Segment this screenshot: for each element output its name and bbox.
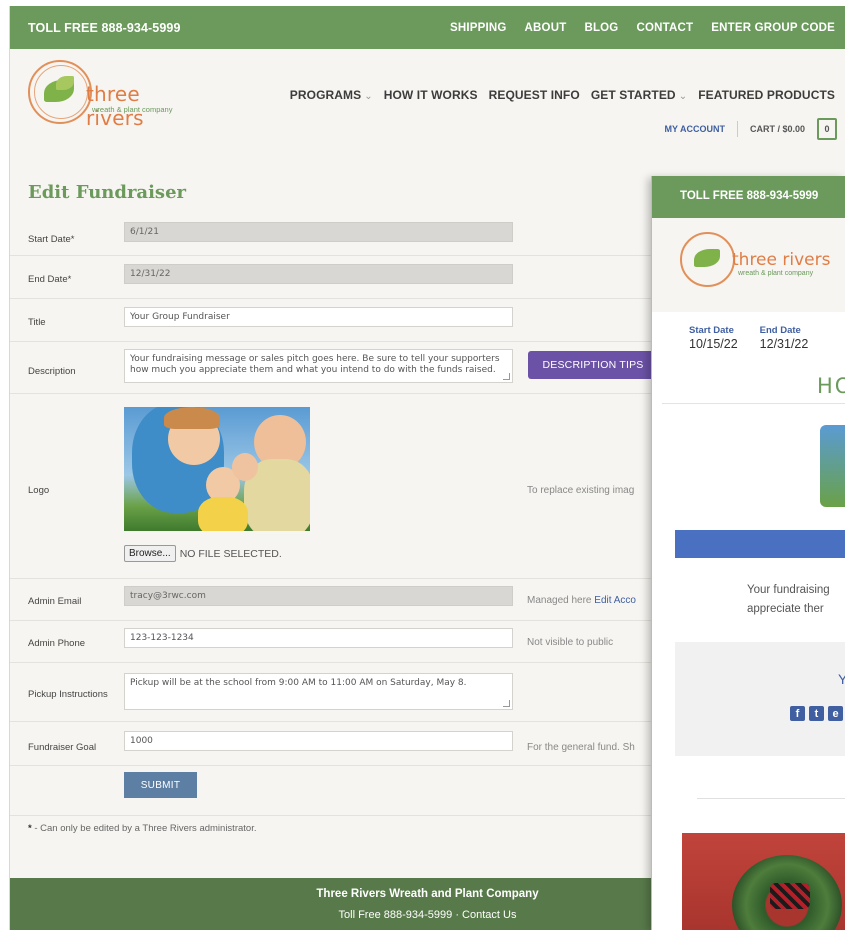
nav-get-started-label: GET STARTED	[590, 88, 676, 102]
file-upload: Browse... NO FILE SELECTED.	[124, 545, 282, 562]
logo-hint: To replace existing imag	[527, 485, 635, 496]
preview-product-photo	[682, 833, 845, 930]
goal-hint: For the general fund. Sh	[527, 742, 635, 753]
pickup-textarea[interactable]: Pickup will be at the school from 9:00 A…	[124, 673, 513, 710]
facebook-icon[interactable]: f	[790, 706, 805, 721]
preview-heading: HO	[817, 374, 845, 398]
logo-image	[124, 407, 310, 531]
preview-logo[interactable]: three rivers wreath & plant company	[680, 232, 840, 288]
title-label: Title	[28, 317, 46, 328]
description-textarea[interactable]: Your fundraising message or sales pitch …	[124, 349, 513, 383]
cart-link[interactable]: CART / $0.00	[750, 124, 805, 134]
preview-share-box	[675, 642, 845, 756]
nav-featured-products[interactable]: FEATURED PRODUCTS	[698, 88, 835, 102]
preview-start-date: Start Date 10/15/22	[689, 325, 738, 351]
chevron-down-icon: ⌄	[364, 91, 373, 102]
top-bar: TOLL FREE 888-934-5999 SHIPPING ABOUT BL…	[10, 6, 845, 49]
preview-logo-tagline: wreath & plant company	[738, 270, 814, 277]
admin-email-field: tracy@3rwc.com	[124, 586, 513, 606]
no-file-selected-text: NO FILE SELECTED.	[179, 547, 282, 560]
footnote-text: - Can only be edited by a Three Rivers a…	[31, 823, 257, 834]
submit-row	[10, 766, 655, 816]
nav-programs[interactable]: PROGRAMS ⌄	[290, 88, 373, 102]
pickup-row: Pickup Instructions Pickup will be at th…	[10, 663, 655, 722]
preview-social-icons: f t e	[790, 706, 843, 721]
pickup-label: Pickup Instructions	[28, 689, 108, 700]
logo-label: Logo	[28, 485, 50, 496]
goal-row: Fundraiser Goal 1000 For the general fun…	[10, 722, 655, 766]
admin-phone-row: Admin Phone 123-123-1234 Not visible to …	[10, 621, 655, 663]
photo-child-face	[232, 453, 258, 481]
preview-description-line: Your fundraising	[747, 584, 830, 596]
account-row: MY ACCOUNT CART / $0.00 0	[664, 118, 837, 140]
nav-programs-label: PROGRAMS	[289, 88, 362, 102]
admin-email-hint-text: Managed here	[527, 595, 592, 606]
divider	[736, 121, 738, 137]
goal-label: Fundraiser Goal	[28, 742, 97, 753]
admin-phone-input[interactable]: 123-123-1234	[124, 628, 513, 648]
nav-get-started[interactable]: GET STARTED ⌄	[591, 88, 687, 102]
title-input[interactable]: Your Group Fundraiser	[124, 307, 513, 327]
description-tips-button[interactable]: DESCRIPTION TIPS	[528, 351, 658, 379]
toll-free-phone[interactable]: TOLL FREE 888-934-5999	[28, 21, 181, 35]
contact-link[interactable]: CONTACT	[636, 22, 693, 34]
chevron-down-icon: ⌄	[678, 91, 688, 102]
admin-email-hint: Managed here Edit Acco	[527, 595, 636, 606]
my-account-link[interactable]: MY ACCOUNT	[664, 124, 725, 134]
preview-description: Your fundraising appreciate ther	[747, 581, 830, 619]
footnote: * - Can only be edited by a Three Rivers…	[28, 823, 256, 834]
photo-child-hair	[164, 407, 220, 429]
browse-button[interactable]: Browse...	[124, 545, 176, 562]
preview-window: TOLL FREE 888-934-5999 three rivers wrea…	[651, 176, 845, 930]
admin-phone-label: Admin Phone	[28, 638, 86, 649]
about-link[interactable]: ABOUT	[525, 22, 567, 34]
preview-end-date-label: End Date	[759, 325, 801, 336]
twitter-icon[interactable]: t	[809, 706, 824, 721]
goal-input[interactable]: 1000	[124, 731, 513, 751]
footer-contact-link[interactable]: Contact Us	[462, 909, 516, 921]
shipping-link[interactable]: SHIPPING	[450, 22, 507, 34]
admin-email-row: Admin Email tracy@3rwc.com Managed here …	[10, 579, 655, 621]
preview-logo-image	[820, 425, 845, 507]
preview-top-bar: TOLL FREE 888-934-5999	[652, 176, 845, 218]
email-icon[interactable]: e	[828, 706, 843, 721]
preview-progress-bar	[675, 530, 845, 558]
divider	[662, 403, 845, 404]
page-title: Edit Fundraiser	[28, 182, 187, 203]
end-date-field: 12/31/22	[124, 264, 513, 284]
title-row: Title Your Group Fundraiser	[10, 299, 655, 342]
photo-child-shirt	[198, 497, 248, 531]
preview-start-date-value: 10/15/22	[689, 337, 738, 351]
footer-toll-free[interactable]: Toll Free 888-934-5999	[339, 909, 453, 921]
footer-separator: ·	[452, 909, 463, 921]
end-date-label: End Date*	[28, 274, 72, 285]
admin-phone-hint: Not visible to public	[527, 637, 614, 648]
edit-account-link[interactable]: Edit Acco	[594, 595, 636, 606]
preview-logo-name: three rivers	[732, 250, 831, 270]
enter-group-code-link[interactable]: ENTER GROUP CODE	[711, 22, 835, 34]
top-links: SHIPPING ABOUT BLOG CONTACT ENTER GROUP …	[450, 22, 835, 34]
site-logo[interactable]: three rivers wreath & plant company	[28, 60, 198, 130]
start-date-field: 6/1/21	[124, 222, 513, 242]
nav-how-it-works[interactable]: HOW IT WORKS	[384, 88, 478, 102]
admin-email-label: Admin Email	[28, 596, 82, 607]
start-date-label: Start Date*	[28, 234, 75, 245]
end-date-row: End Date* 12/31/22	[10, 256, 655, 299]
logo-tagline: wreath & plant company	[92, 105, 173, 114]
preview-end-date: End Date 12/31/22	[760, 325, 809, 351]
preview-description-line: appreciate ther	[747, 603, 824, 615]
start-date-row: Start Date* 6/1/21	[10, 212, 655, 256]
bow-image	[770, 883, 810, 909]
cart-count-icon[interactable]: 0	[817, 118, 837, 140]
divider	[697, 798, 845, 799]
description-label: Description	[28, 366, 76, 377]
nav-request-info[interactable]: REQUEST INFO	[489, 88, 580, 102]
preview-dates: Start Date 10/15/22 End Date 12/31/22	[689, 325, 808, 351]
preview-end-date-value: 12/31/22	[759, 337, 809, 351]
preview-share-heading: Y	[838, 671, 845, 687]
logo-row: Logo To replace existing imag	[10, 394, 655, 579]
main-nav: PROGRAMS ⌄ HOW IT WORKS REQUEST INFO GET …	[290, 88, 835, 102]
blog-link[interactable]: BLOG	[584, 22, 618, 34]
preview-start-date-label: Start Date	[689, 325, 734, 336]
